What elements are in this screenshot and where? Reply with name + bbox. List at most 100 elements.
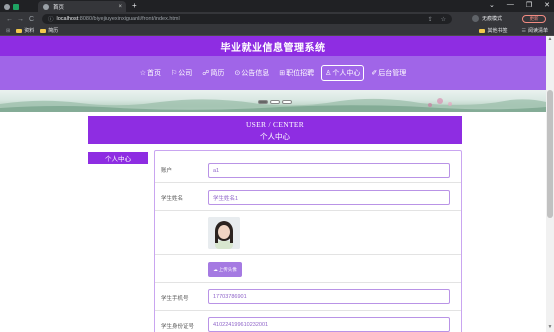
scroll-thumb[interactable] [547, 90, 553, 218]
forward-icon[interactable]: → [15, 16, 26, 23]
folder-icon [16, 28, 23, 33]
idcard-label: 学生身份证号 [161, 324, 195, 330]
section-title-cn: 个人中心 [260, 132, 290, 141]
new-tab-button[interactable]: + [132, 1, 137, 10]
browser-toolbar: ← → C ⓘ localhost:8080/biyejiuyexinxigua… [0, 12, 554, 26]
form-row-phone: 学生手机号 17703786901 [155, 283, 461, 311]
avatar-photo [208, 217, 240, 249]
bookmark-label: 简历 [48, 28, 59, 34]
section-title-en: USER / CENTER [245, 120, 305, 129]
carousel-dot[interactable] [270, 100, 280, 104]
student-name-label: 学生姓名 [161, 196, 184, 202]
upload-avatar-button[interactable]: ☁ 上传头像 [208, 262, 242, 277]
upload-icon: ☁ [213, 266, 218, 272]
tab-search-icon[interactable]: ⌄ [489, 1, 495, 9]
other-bookmarks[interactable]: 其他书签 [479, 27, 508, 34]
nav-item-label: 后台管理 [378, 70, 407, 77]
bookmark-folder-2[interactable]: 简历 [40, 27, 58, 34]
student-name-input[interactable]: 学生姓名1 [208, 190, 450, 205]
reading-list-icon: ☰ [521, 27, 526, 34]
main-nav: ☆ 首页 ⚐ 公司 ☍ 简历 ⊙ 公告信息 ⊞ 职位招聘 ♙ 个人中心 ✐ 后台管理 [0, 56, 546, 90]
pinned-tabs[interactable] [4, 2, 28, 12]
nav-item-icon: ⊙ [234, 70, 241, 77]
nav-item-0[interactable]: ☆ 首页 [137, 66, 164, 80]
nav-item-label: 首页 [147, 70, 161, 77]
bookmark-label: 阅读清单 [527, 28, 548, 34]
form-row-upload: ☁ 上传头像 [155, 255, 461, 283]
nav-item-1[interactable]: ⚐ 公司 [168, 66, 195, 80]
nav-item-label: 职位招聘 [286, 70, 315, 77]
profile-button[interactable]: 无痕模式 [472, 15, 502, 22]
idcard-input[interactable]: 410224199610232001 [208, 317, 450, 332]
minimize-icon[interactable]: — [507, 1, 514, 9]
folder-icon [479, 28, 486, 33]
nav-item-label: 简历 [210, 70, 225, 77]
nav-item-3[interactable]: ⊙ 公告信息 [231, 66, 272, 80]
bookmark-star-icon[interactable]: ☆ [441, 16, 446, 23]
nav-item-icon: ⚐ [171, 70, 178, 77]
form-row-name: 学生姓名 学生姓名1 [155, 183, 461, 211]
browser-tabstrip: 首页 × + ⌄ — ❐ ✕ [0, 0, 554, 12]
carousel-dot[interactable] [282, 100, 292, 104]
section-title: USER / CENTER 个人中心 [88, 116, 462, 144]
url-host: localhost [56, 16, 79, 22]
scroll-up-icon[interactable]: ▲ [546, 36, 554, 44]
scroll-down-icon[interactable]: ▼ [546, 324, 554, 332]
back-icon[interactable]: ← [4, 16, 15, 23]
page-scrollbar[interactable]: ▲ ▼ [546, 36, 554, 332]
banner-landscape [0, 98, 546, 112]
form-row-idcard: 学生身份证号 410224199610232001 [155, 311, 461, 332]
browser-tab-active[interactable]: 首页 × [38, 1, 126, 12]
bookmark-label: 资料 [24, 28, 35, 34]
side-menu-personal-center[interactable]: 个人中心 [88, 152, 148, 164]
tab-close-icon[interactable]: × [118, 4, 122, 10]
apps-icon[interactable]: ⊞ [6, 28, 10, 34]
nav-item-2[interactable]: ☍ 简历 [199, 66, 227, 80]
update-button[interactable]: 更新 [522, 15, 546, 23]
bookmarks-right: 其他书签 ☰ 阅读清单 [473, 27, 548, 34]
address-bar[interactable]: ⓘ localhost:8080/biyejiuyexinxiguanli/fr… [42, 14, 452, 24]
nav-item-5[interactable]: ♙ 个人中心 [321, 65, 365, 81]
site-info-icon[interactable]: ⓘ [48, 15, 54, 23]
page-content: 毕业就业信息管理系统 ☆ 首页 ⚐ 公司 ☍ 简历 ⊙ 公告信息 ⊞ 职位招聘 ♙ 个人中心 ✐ 后台管理… [0, 36, 554, 332]
nav-item-icon: ☆ [139, 70, 146, 77]
profile-label: 无痕模式 [482, 16, 503, 22]
nav-item-icon: ☍ [202, 70, 210, 77]
tab-favicon-icon [43, 3, 49, 10]
carousel-dots [258, 100, 292, 104]
bookmarks-bar: ⊞ 资料 简历 其他书签 ☰ 阅读清单 [0, 26, 554, 36]
nav-item-label: 公告信息 [241, 70, 270, 77]
nav-item-label: 公司 [178, 70, 193, 77]
avatar [208, 217, 240, 249]
maximize-icon[interactable]: ❐ [526, 1, 532, 9]
window-controls: ⌄ — ❐ ✕ [489, 1, 550, 9]
banner-carousel [0, 90, 546, 112]
phone-input[interactable]: 17703786901 [208, 289, 450, 304]
account-label: 账户 [161, 168, 173, 174]
form-row-avatar [155, 211, 461, 255]
pinned-tab-green-icon[interactable] [13, 4, 19, 10]
profile-form: 账户 a1 学生姓名 学生姓名1 ☁ 上传头像 学生手机号 1770378690… [154, 150, 462, 332]
omnibox-actions: ⇪ ☆ [428, 16, 446, 23]
nav-item-4[interactable]: ⊞ 职位招聘 [276, 66, 317, 80]
bookmark-folder-1[interactable]: 资料 [16, 27, 34, 34]
tab-title: 首页 [53, 4, 65, 11]
reading-list[interactable]: ☰ 阅读清单 [521, 27, 549, 35]
form-row-account: 账户 a1 [155, 151, 461, 183]
account-input[interactable]: a1 [208, 163, 450, 178]
folder-icon [40, 28, 47, 33]
carousel-dot[interactable] [258, 100, 268, 104]
bookmark-label: 其他书签 [487, 28, 508, 34]
phone-label: 学生手机号 [161, 296, 189, 302]
reload-icon[interactable]: C [26, 16, 37, 23]
site-title: 毕业就业信息管理系统 [0, 36, 546, 56]
nav-item-icon: ♙ [325, 70, 332, 77]
nav-item-6[interactable]: ✐ 后台管理 [368, 66, 409, 80]
share-icon[interactable]: ⇪ [428, 16, 433, 23]
nav-item-label: 个人中心 [332, 70, 361, 77]
pinned-tab-icon[interactable] [4, 4, 10, 10]
url-path: :8080/biyejiuyexinxiguanli/front/index.h… [78, 16, 180, 22]
nav-item-icon: ✐ [371, 70, 378, 77]
close-window-icon[interactable]: ✕ [544, 1, 550, 9]
incognito-icon [472, 15, 479, 22]
